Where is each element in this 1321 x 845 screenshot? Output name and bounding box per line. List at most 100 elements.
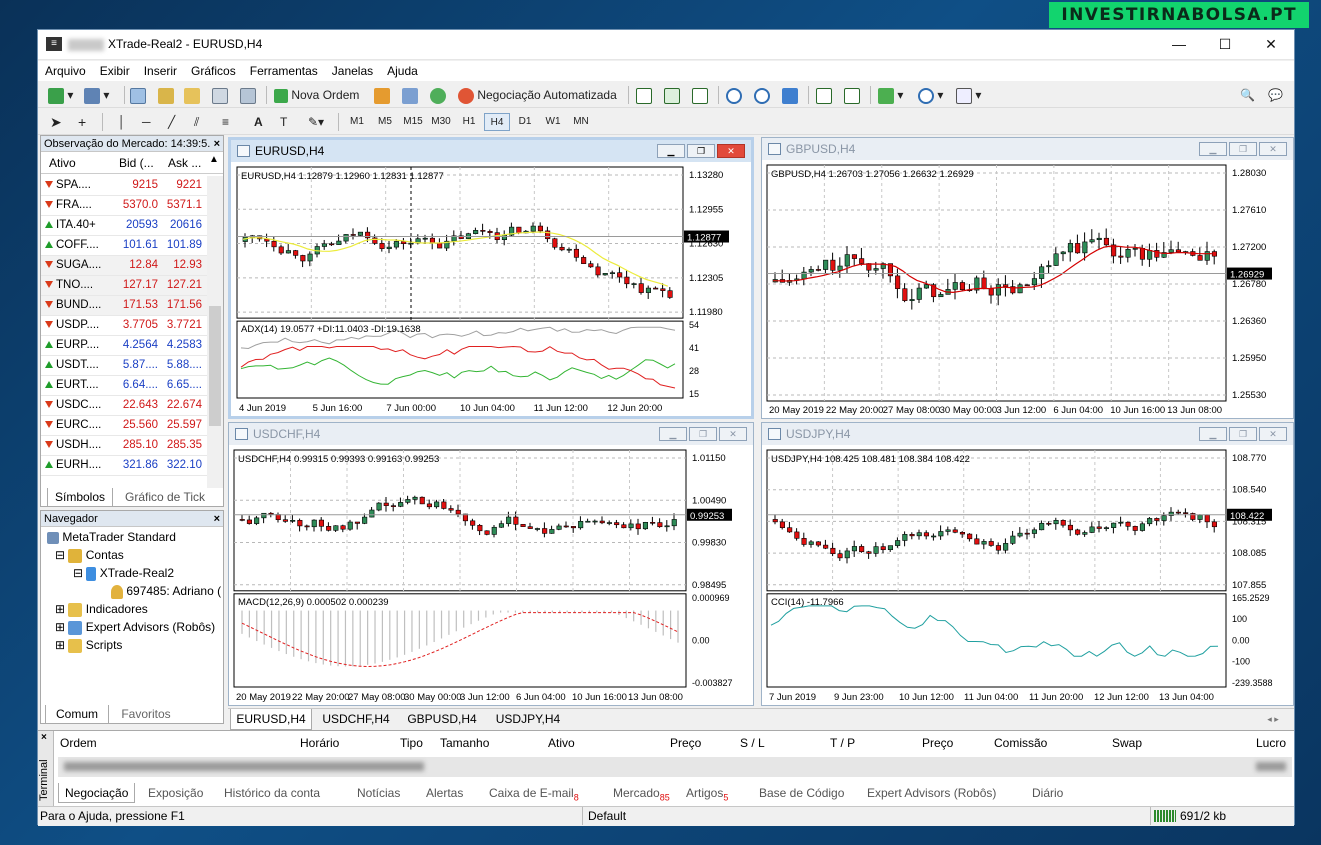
timeframe-m15[interactable]: M15 xyxy=(400,113,426,131)
chart-tab-eurusd[interactable]: EURUSD,H4 xyxy=(230,709,312,730)
maximize-button[interactable]: ☐ xyxy=(1202,30,1248,60)
fibonacci-icon[interactable]: ≡ xyxy=(222,113,229,131)
terminal-col-0[interactable]: Ordem xyxy=(60,736,97,750)
terminal-tab-4[interactable]: Alertas xyxy=(418,783,471,803)
nav-root[interactable]: MetaTrader Standard xyxy=(47,529,176,545)
market-watch-row[interactable]: SUGA.... 12.84 12.93 xyxy=(41,256,207,276)
horizontal-line-icon[interactable]: ─ xyxy=(142,113,151,131)
market-watch-row[interactable]: EURH.... 321.86 322.10 xyxy=(41,456,207,476)
timeframe-m1[interactable]: M1 xyxy=(344,113,370,131)
nav-indicators[interactable]: ⊞ Indicadores xyxy=(55,601,148,617)
auto-trading-button[interactable]: Negociação Automatizada xyxy=(458,86,617,104)
terminal-tab-2[interactable]: Histórico da conta xyxy=(216,783,328,803)
market-watch-row[interactable]: BUND.... 171.53 171.56 xyxy=(41,296,207,316)
market-watch-scrollbar[interactable] xyxy=(207,176,223,488)
chart-close-button[interactable]: ✕ xyxy=(717,144,745,158)
terminal-tab-9[interactable]: Expert Advisors (Robôs) xyxy=(859,783,1004,803)
candlestick-icon[interactable] xyxy=(664,86,680,104)
terminal-tab-3[interactable]: Notícias xyxy=(349,783,408,803)
zoom-in-icon[interactable] xyxy=(726,86,742,104)
cursor-icon[interactable]: ➤ xyxy=(50,113,62,131)
timeframe-m30[interactable]: M30 xyxy=(428,113,454,131)
data-window-icon[interactable] xyxy=(158,86,174,104)
close-button[interactable]: ✕ xyxy=(1248,30,1294,60)
terminal-col-5[interactable]: Preço xyxy=(670,736,701,750)
market-watch-row[interactable]: ITA.40+ 20593 20616 xyxy=(41,216,207,236)
terminal-tab-5[interactable]: Caixa de E-mail8 xyxy=(481,783,587,803)
timeframe-h1[interactable]: H1 xyxy=(456,113,482,131)
nav-accounts[interactable]: ⊟ Contas xyxy=(55,547,124,563)
chart-restore-button[interactable]: ❐ xyxy=(687,144,715,158)
terminal-col-11[interactable]: Lucro xyxy=(1256,736,1286,750)
tab-tick-chart[interactable]: Gráfico de Tick xyxy=(115,488,215,506)
chart-shift-icon[interactable] xyxy=(844,86,860,104)
market-watch-row[interactable]: EURT.... 6.64.... 6.65.... xyxy=(41,376,207,396)
tile-windows-icon[interactable] xyxy=(782,86,798,104)
zoom-out-icon[interactable] xyxy=(754,86,770,104)
scroll-up-icon[interactable]: ▲ xyxy=(209,154,219,165)
menu-exibir[interactable]: Exibir xyxy=(93,61,137,81)
chart-tab-usdchf[interactable]: USDCHF,H4 xyxy=(314,709,398,729)
terminal-col-6[interactable]: S / L xyxy=(740,736,765,750)
search-icon[interactable]: 🔍 xyxy=(1240,86,1255,104)
metaeditor-icon[interactable] xyxy=(374,86,390,104)
close-icon[interactable]: × xyxy=(214,136,220,152)
periods-icon[interactable]: ▾ xyxy=(918,86,943,104)
menu-ferramentas[interactable]: Ferramentas xyxy=(243,61,325,81)
menu-ajuda[interactable]: Ajuda xyxy=(380,61,425,81)
equidistant-channel-icon[interactable]: ⫽ xyxy=(194,113,199,131)
close-icon[interactable]: × xyxy=(214,511,220,527)
chat-bubble-icon[interactable]: 💬 xyxy=(1268,86,1283,104)
market-watch-icon[interactable] xyxy=(130,86,146,104)
chart-window-gbpusd[interactable]: GBPUSD,H4 ▁ ❐ ✕ 1.28030 1.27610 1.27200 1.26780… xyxy=(761,137,1294,419)
navigator-icon[interactable] xyxy=(184,86,200,104)
tabs-scroll-arrows[interactable]: ◂ ▸ xyxy=(1258,709,1288,729)
timeframe-m5[interactable]: M5 xyxy=(372,113,398,131)
chart-minimize-button[interactable]: ▁ xyxy=(1199,427,1227,441)
templates-icon[interactable]: ▾ xyxy=(956,86,981,104)
market-watch-row[interactable]: USDT.... 5.87.... 5.88.... xyxy=(41,356,207,376)
shapes-icon[interactable]: ✎▾ xyxy=(308,113,324,131)
price-chart[interactable]: 1.28030 1.27610 1.27200 1.26780 1.26360 1.259… xyxy=(763,161,1292,417)
market-watch-row[interactable]: EURP.... 4.2564 4.2583 xyxy=(41,336,207,356)
menu-arquivo[interactable]: Arquivo xyxy=(38,61,93,81)
nav-scripts[interactable]: ⊞ Scripts xyxy=(55,637,122,653)
chart-restore-button[interactable]: ❐ xyxy=(1229,142,1257,156)
autoscroll-icon[interactable] xyxy=(816,86,832,104)
chart-close-button[interactable]: ✕ xyxy=(719,427,747,441)
market-watch-row[interactable]: USDP.... 3.7705 3.7721 xyxy=(41,316,207,336)
market-watch-row[interactable]: FRA.... 5370.0 5371.1 xyxy=(41,196,207,216)
chat-icon[interactable] xyxy=(402,86,418,104)
new-order-button[interactable]: Nova Ordem xyxy=(274,86,359,104)
terminal-tab-0[interactable]: Negociação xyxy=(58,783,136,803)
price-chart[interactable]: 1.132801.129551.126301.123051.119801.128… xyxy=(233,163,749,415)
tester-icon[interactable] xyxy=(240,86,256,104)
terminal-col-4[interactable]: Ativo xyxy=(548,736,575,750)
tab-favorites[interactable]: Favoritos xyxy=(111,705,181,723)
indicators-icon[interactable]: ▾ xyxy=(878,86,903,104)
nav-experts[interactable]: ⊞ Expert Advisors (Robôs) xyxy=(55,619,215,635)
close-icon[interactable]: × xyxy=(41,732,47,743)
terminal-col-2[interactable]: Tipo xyxy=(400,736,423,750)
chart-window-usdchf[interactable]: USDCHF,H4 ▁ ❐ ✕ 1.01150 1.00490 0.99830 0.98495… xyxy=(228,422,754,706)
terminal-tab-7[interactable]: Artigos5 xyxy=(678,783,736,803)
market-watch-row[interactable]: USDH.... 285.10 285.35 xyxy=(41,436,207,456)
price-chart[interactable]: 1.01150 1.00490 0.99830 0.98495 0.99253 USDCH… xyxy=(230,446,752,704)
market-watch-row[interactable]: SPA.... 9215 9221 xyxy=(41,176,207,196)
line-chart-icon[interactable] xyxy=(692,86,708,104)
crosshair-icon[interactable]: + xyxy=(78,113,86,131)
market-watch-row[interactable]: COFF.... 101.61 101.89 xyxy=(41,236,207,256)
trendline-icon[interactable]: ╱ xyxy=(168,113,175,131)
tab-symbols[interactable]: Símbolos xyxy=(47,488,113,507)
timeframe-w1[interactable]: W1 xyxy=(540,113,566,131)
terminal-tab-6[interactable]: Mercado85 xyxy=(605,783,678,803)
terminal-tab-10[interactable]: Diário xyxy=(1024,783,1071,803)
price-chart[interactable]: 108.770108.540108.315108.085107.855108.4… xyxy=(763,446,1292,704)
nav-server[interactable]: ⊟ XTrade-Real2 xyxy=(73,565,174,581)
terminal-icon[interactable] xyxy=(212,86,228,104)
terminal-col-1[interactable]: Horário xyxy=(300,736,339,750)
terminal-col-9[interactable]: Comissão xyxy=(994,736,1047,750)
profiles-icon[interactable]: ▾ xyxy=(84,86,109,104)
new-chart-icon[interactable]: ▾ xyxy=(48,86,73,104)
timeframe-d1[interactable]: D1 xyxy=(512,113,538,131)
